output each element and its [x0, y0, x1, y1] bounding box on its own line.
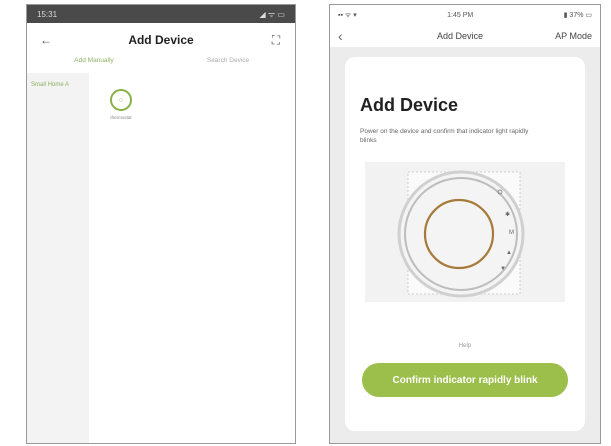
header: ‹ Add Device AP Mode: [330, 25, 600, 47]
thermostat-icon: ○: [110, 89, 132, 111]
page-title: Add Device: [128, 33, 194, 47]
svg-text:M: M: [509, 230, 514, 236]
status-icons: ◢ ᯤ ▭: [259, 9, 285, 19]
phone-add-manually: 15:31 ◢ ᯤ ▭ ← Add Device ⛶ Add Manually …: [26, 4, 296, 444]
ap-mode-link[interactable]: AP Mode: [542, 31, 592, 41]
svg-text:✱: ✱: [505, 211, 510, 218]
device-browser: Small Home A ○ thermostat: [27, 73, 295, 443]
svg-text:▲: ▲: [506, 250, 512, 256]
tab-search-device[interactable]: Search Device: [161, 57, 295, 73]
status-bar: 15:31 ◢ ᯤ ▭: [27, 5, 295, 23]
header: ← Add Device ⛶: [27, 23, 295, 57]
thermostat-illustration: ✱ M ▲ ▼: [365, 162, 565, 302]
scan-icon[interactable]: ⛶: [267, 33, 285, 48]
category-list: Small Home A: [27, 73, 89, 443]
instruction-card: Add Device Power on the device and confi…: [345, 57, 585, 431]
thermostat-drawing-icon: ✱ M ▲ ▼: [397, 170, 525, 298]
device-item-thermostat[interactable]: ○ thermostat: [101, 89, 141, 120]
status-bar: ▪▪ ᯤ ▾ 1:45 PM ▮ 37% ▭: [330, 5, 600, 25]
card-title: Add Device: [360, 95, 459, 115]
status-signal: ▪▪ ᯤ ▾: [338, 11, 357, 19]
confirm-blink-button[interactable]: Confirm indicator rapidly blink: [362, 363, 568, 397]
back-chevron-icon[interactable]: ‹: [338, 28, 378, 44]
device-label: thermostat: [110, 115, 132, 120]
back-arrow-icon[interactable]: ←: [37, 33, 55, 47]
help-link[interactable]: Help: [345, 343, 585, 349]
status-time: 15:31: [37, 9, 58, 19]
category-item[interactable]: Small Home A: [31, 81, 89, 89]
card-description: Power on the device and confirm that ind…: [360, 128, 529, 144]
phone-ap-mode: ▪▪ ᯤ ▾ 1:45 PM ▮ 37% ▭ ‹ Add Device AP M…: [329, 4, 601, 444]
tab-add-manually[interactable]: Add Manually: [27, 57, 161, 73]
status-battery: ▮ 37% ▭: [563, 12, 592, 19]
tab-bar: Add Manually Search Device: [27, 57, 295, 73]
device-grid: ○ thermostat: [89, 73, 295, 443]
page-title: Add Device: [436, 31, 484, 41]
svg-text:▼: ▼: [500, 266, 506, 272]
status-time: 1:45 PM: [447, 11, 474, 19]
